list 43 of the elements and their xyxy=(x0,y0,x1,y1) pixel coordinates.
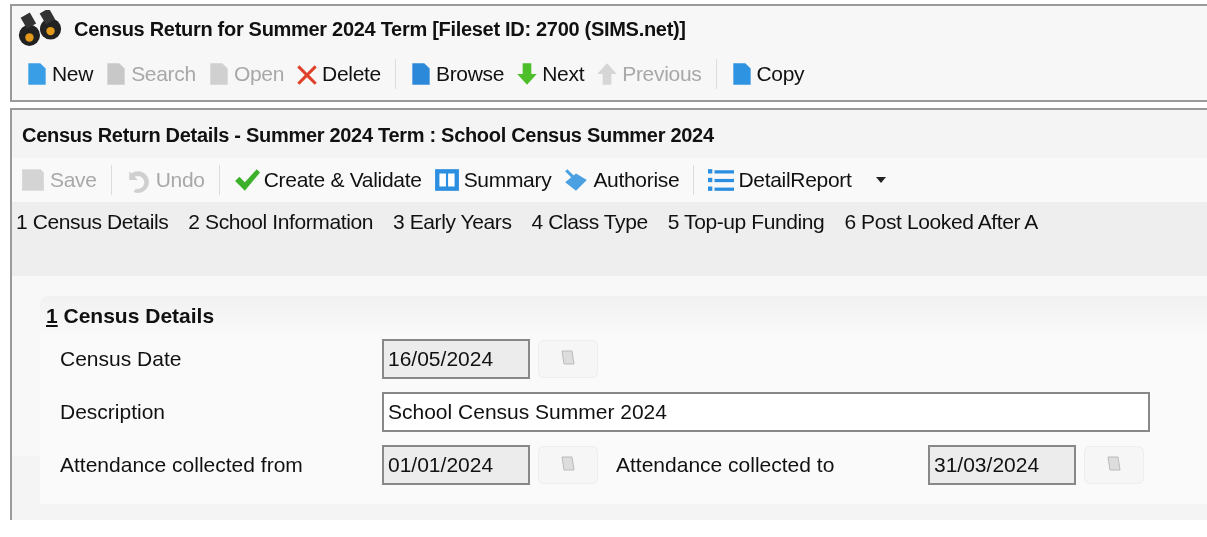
arrow-icon xyxy=(516,61,539,87)
copy-button[interactable]: Copy xyxy=(726,59,809,89)
document-icon xyxy=(409,61,432,87)
field-label: Attendance collected from xyxy=(59,452,304,477)
authorise-button[interactable]: Authorise xyxy=(559,165,684,195)
calendar-icon xyxy=(560,349,576,368)
validate-button[interactable]: Create & Validate xyxy=(229,165,426,195)
calendar-button[interactable] xyxy=(1084,445,1144,484)
panel-title: Census Return Details - Summer 2024 Term : School Census Summer 2024 xyxy=(21,123,715,148)
table-icon xyxy=(433,167,460,193)
summary-button[interactable]: Summary xyxy=(429,165,556,195)
section-link[interactable]: 5 Top-up Funding xyxy=(667,210,825,276)
section-link[interactable]: 6 Post Looked After A xyxy=(844,210,1038,276)
section-link[interactable]: 4 Class Type xyxy=(531,210,648,276)
document-icon xyxy=(730,61,753,87)
section-link[interactable]: 3 Early Years xyxy=(392,210,512,276)
list-icon xyxy=(708,167,735,193)
dropdown-caret-icon[interactable] xyxy=(875,177,886,183)
field-label: Census Date xyxy=(59,346,183,371)
document-icon xyxy=(105,61,128,87)
arrow-icon xyxy=(596,61,619,87)
new-button[interactable]: New xyxy=(22,59,98,89)
document-icon xyxy=(207,61,230,87)
date-field[interactable]: 01/01/2024 xyxy=(382,444,530,485)
report-button[interactable]: DetailReport xyxy=(704,165,856,195)
field-label: Attendance collected to xyxy=(616,452,836,477)
calendar-button[interactable] xyxy=(538,339,598,378)
section-heading: 1 Census Details xyxy=(46,304,216,328)
window-title: Census Return for Summer 2024 Term [Fileset ID: 2700 (SIMS.net)] xyxy=(74,17,686,41)
document-icon xyxy=(26,61,48,87)
calendar-icon xyxy=(560,455,576,474)
check-icon xyxy=(233,167,260,193)
date-field[interactable]: 16/05/2024 xyxy=(382,338,530,379)
delete-button[interactable]: Delete xyxy=(292,59,385,89)
text-field[interactable]: School Census Summer 2024 xyxy=(382,391,1150,432)
browse-button[interactable]: Browse xyxy=(405,59,509,89)
date-field[interactable]: 31/03/2024 xyxy=(928,444,1076,485)
calendar-icon xyxy=(1106,455,1122,474)
field-label: Description xyxy=(59,399,167,424)
section-link[interactable]: 2 School Information xyxy=(188,210,373,276)
next-button[interactable]: Next xyxy=(512,59,589,89)
section-link[interactable]: 1 Census Details xyxy=(16,210,169,276)
calendar-button[interactable] xyxy=(538,445,598,484)
